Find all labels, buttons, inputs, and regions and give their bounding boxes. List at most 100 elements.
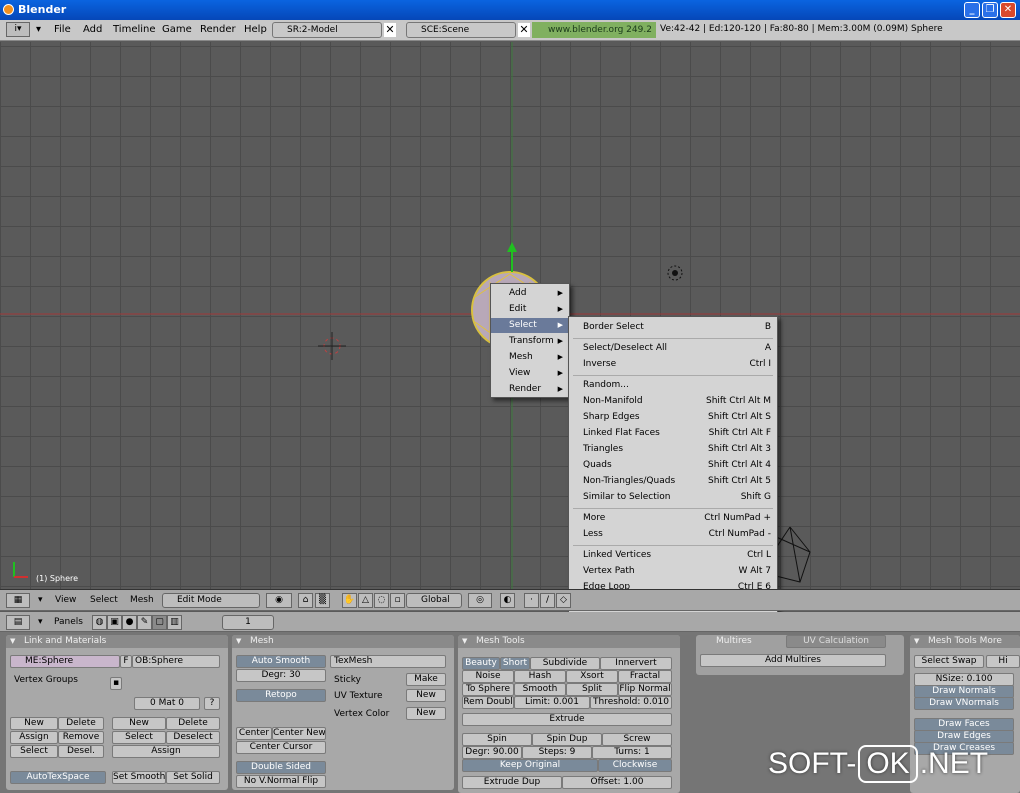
- vg-select-button[interactable]: Select: [10, 745, 58, 758]
- short-toggle[interactable]: Short: [500, 657, 530, 670]
- menu-view[interactable]: View: [55, 593, 76, 608]
- select-menu-item[interactable]: Select/Deselect All A: [569, 341, 777, 356]
- set-smooth-button[interactable]: Set Smooth: [112, 771, 166, 784]
- double-sided-toggle[interactable]: Double Sided: [236, 761, 326, 774]
- collapse-arrow-icon[interactable]: ▾: [36, 24, 41, 35]
- buttons-window-icon[interactable]: ▤: [6, 615, 30, 630]
- object-name-field[interactable]: OB:Sphere: [132, 655, 220, 668]
- center-new-button[interactable]: Center New: [272, 727, 326, 740]
- toolbox-item[interactable]: Add ▶: [491, 286, 569, 301]
- manipulator-hand-icon[interactable]: ✋: [342, 593, 357, 608]
- noise-button[interactable]: Noise: [462, 670, 514, 683]
- select-menu-item[interactable]: Border Select B: [569, 320, 777, 335]
- select-menu-item[interactable]: Vertex Path W Alt 7: [569, 564, 777, 579]
- offset-field[interactable]: Offset: 1.00: [562, 776, 672, 789]
- select-menu-item[interactable]: Quads Shift Ctrl Alt 4: [569, 458, 777, 473]
- toolbox-menu[interactable]: Add ▶ Edit ▶ Select ▶ Transform ▶ Mesh ▶ View ▶ Rend…: [490, 283, 570, 398]
- add-multires-button[interactable]: Add Multires: [700, 654, 886, 667]
- tab-multires[interactable]: Multires: [716, 636, 752, 646]
- select-menu-item[interactable]: Similar to Selection Shift G: [569, 490, 777, 505]
- beauty-toggle[interactable]: Beauty: [462, 657, 500, 670]
- scale-icon[interactable]: ▫: [390, 593, 405, 608]
- draw-type-icon[interactable]: ◉: [266, 593, 292, 608]
- split-button[interactable]: Split: [566, 683, 618, 696]
- innervert-button[interactable]: Innervert: [600, 657, 672, 670]
- draw-vnormals-toggle[interactable]: Draw VNormals: [914, 697, 1014, 710]
- rem-doubles-button[interactable]: Rem Doubl: [462, 696, 514, 709]
- extrude-dup-button[interactable]: Extrude Dup: [462, 776, 562, 789]
- hide-button[interactable]: Hi: [986, 655, 1020, 668]
- fake-user-button[interactable]: F: [120, 655, 132, 668]
- toolbox-item[interactable]: Edit ▶: [491, 302, 569, 317]
- script-icon[interactable]: ▣: [107, 615, 122, 630]
- close-button[interactable]: ✕: [1000, 2, 1016, 18]
- retopo-toggle[interactable]: Retopo: [236, 689, 326, 702]
- center-cursor-button[interactable]: Center Cursor: [236, 741, 326, 754]
- maximize-button[interactable]: ❐: [982, 2, 998, 18]
- vg-deselect-button[interactable]: Desel.: [58, 745, 104, 758]
- set-solid-button[interactable]: Set Solid: [166, 771, 220, 784]
- select-menu-item[interactable]: Less Ctrl NumPad -: [569, 527, 777, 542]
- scene-delete-button[interactable]: ✕: [518, 23, 530, 37]
- select-menu-item[interactable]: Sharp Edges Shift Ctrl Alt S: [569, 410, 777, 425]
- editor-type-icon[interactable]: ▦: [6, 593, 30, 608]
- screw-button[interactable]: Screw: [602, 733, 672, 746]
- steps-field[interactable]: Steps: 9: [522, 746, 592, 759]
- select-menu-item[interactable]: Triangles Shift Ctrl Alt 3: [569, 442, 777, 457]
- blender-url-link[interactable]: www.blender.org 249.2: [532, 22, 656, 38]
- vg-assign-button[interactable]: Assign: [10, 731, 58, 744]
- help-button[interactable]: ?: [204, 697, 220, 710]
- toolbox-item[interactable]: Transform ▶: [491, 334, 569, 349]
- select-menu-item[interactable]: Inverse Ctrl I: [569, 357, 777, 372]
- minimize-button[interactable]: _: [964, 2, 980, 18]
- select-menu-item[interactable]: Linked Flat Faces Shift Ctrl Alt F: [569, 426, 777, 441]
- turns-field[interactable]: Turns: 1: [592, 746, 672, 759]
- fractal-button[interactable]: Fractal: [618, 670, 672, 683]
- shading-icon[interactable]: ●: [122, 615, 137, 630]
- toolbox-item[interactable]: Select ▶: [491, 318, 569, 333]
- spin-dup-button[interactable]: Spin Dup: [532, 733, 602, 746]
- keep-original-toggle[interactable]: Keep Original: [462, 759, 598, 772]
- select-menu-item[interactable]: Linked Vertices Ctrl L: [569, 548, 777, 563]
- menu-render[interactable]: Render: [200, 24, 236, 35]
- snap-icon[interactable]: ◐: [500, 593, 515, 608]
- vg-new-button[interactable]: New: [10, 717, 58, 730]
- clockwise-toggle[interactable]: Clockwise: [598, 759, 672, 772]
- select-swap-button[interactable]: Select Swap: [914, 655, 984, 668]
- extrude-button[interactable]: Extrude: [462, 713, 672, 726]
- logic-icon[interactable]: ◍: [92, 615, 107, 630]
- limit-field[interactable]: Limit: 0.001: [514, 696, 590, 709]
- collapse-arrow-icon[interactable]: ▾: [38, 615, 43, 630]
- mat-new-button[interactable]: New: [112, 717, 166, 730]
- screen-delete-button[interactable]: ✕: [384, 23, 396, 37]
- window-type-icon[interactable]: i▾: [6, 22, 30, 37]
- toolbox-item[interactable]: Mesh ▶: [491, 350, 569, 365]
- toolbox-item[interactable]: Render ▶: [491, 382, 569, 397]
- mode-selector[interactable]: Edit Mode: [162, 593, 260, 608]
- spin-button[interactable]: Spin: [462, 733, 532, 746]
- object-icon[interactable]: ✎: [137, 615, 152, 630]
- edge-select-icon[interactable]: /: [540, 593, 555, 608]
- menu-file[interactable]: File: [54, 24, 71, 35]
- rotate-icon[interactable]: ◌: [374, 593, 389, 608]
- texmesh-field[interactable]: TexMesh: [330, 655, 446, 668]
- smooth-button[interactable]: Smooth: [514, 683, 566, 696]
- scene-selector[interactable]: SCE:Scene: [406, 22, 516, 38]
- vertex-select-icon[interactable]: ·: [524, 593, 539, 608]
- scene-icon[interactable]: ▥: [167, 615, 182, 630]
- grid-icon[interactable]: ▒: [315, 593, 330, 608]
- menu-help[interactable]: Help: [244, 24, 267, 35]
- collapse-arrow-icon[interactable]: ▾: [38, 593, 43, 608]
- orientation-selector[interactable]: Global: [406, 593, 462, 608]
- mat-select-button[interactable]: Select: [112, 731, 166, 744]
- to-sphere-button[interactable]: To Sphere: [462, 683, 514, 696]
- mat-delete-button[interactable]: Delete: [166, 717, 220, 730]
- degr-90-field[interactable]: Degr: 90.00: [462, 746, 522, 759]
- pivot-icon[interactable]: ◎: [468, 593, 492, 608]
- vcol-new-button[interactable]: New: [406, 707, 446, 720]
- uv-new-button[interactable]: New: [406, 689, 446, 702]
- material-index-field[interactable]: 0 Mat 0: [134, 697, 200, 710]
- hash-button[interactable]: Hash: [514, 670, 566, 683]
- mesh-datablock-field[interactable]: ME:Sphere: [10, 655, 120, 668]
- auto-smooth-toggle[interactable]: Auto Smooth: [236, 655, 326, 668]
